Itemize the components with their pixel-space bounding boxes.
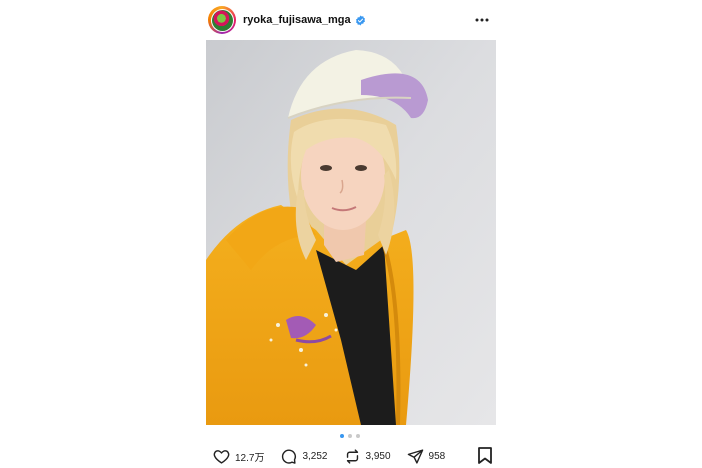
carousel-indicator: [340, 434, 360, 438]
avatar-ring: [210, 8, 234, 32]
share-button[interactable]: 958: [407, 448, 446, 465]
reply-button[interactable]: 3,252: [280, 448, 328, 465]
action-bar: 12.7万 3,252 3,950 958: [213, 446, 493, 466]
share-count: 958: [428, 450, 446, 462]
post-photo[interactable]: [206, 40, 496, 425]
repost-count: 3,950: [365, 450, 391, 462]
avatar[interactable]: [208, 6, 236, 34]
verified-badge-icon: [355, 14, 365, 26]
reply-count: 3,252: [302, 450, 328, 462]
heart-icon: [213, 449, 230, 464]
post-header: ryoka_fujisawa_mga: [208, 5, 498, 35]
like-button[interactable]: 12.7万: [213, 448, 264, 465]
repost-button[interactable]: 3,950: [344, 448, 391, 465]
photo-illustration: [206, 40, 496, 425]
carousel-dot-3[interactable]: [356, 434, 360, 438]
like-count: 12.7万: [235, 452, 265, 464]
avatar-image: [211, 9, 233, 31]
more-icon[interactable]: [474, 13, 490, 27]
repost-icon: [346, 448, 358, 464]
username[interactable]: ryoka_fujisawa_mga: [243, 14, 351, 26]
carousel-dot-1[interactable]: [340, 434, 344, 438]
carousel-dot-2[interactable]: [348, 434, 352, 438]
bookmark-icon[interactable]: [477, 447, 493, 464]
share-icon: [407, 448, 423, 464]
comment-icon: [282, 449, 297, 464]
